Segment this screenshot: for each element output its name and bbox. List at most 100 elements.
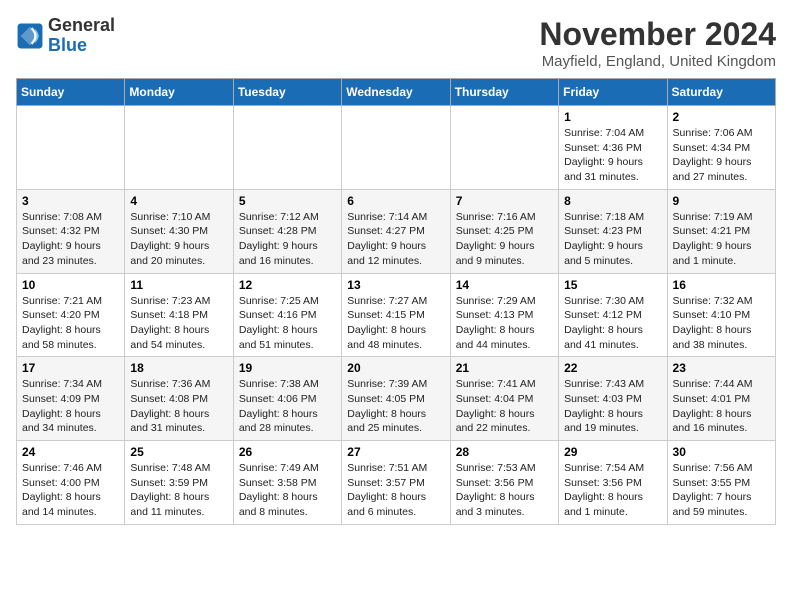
- page-header: General Blue November 2024 Mayfield, Eng…: [16, 16, 776, 70]
- day-number: 20: [347, 361, 444, 375]
- day-info: Sunrise: 7:36 AM Sunset: 4:08 PM Dayligh…: [130, 377, 227, 436]
- col-header-wednesday: Wednesday: [342, 79, 450, 106]
- col-header-thursday: Thursday: [450, 79, 558, 106]
- calendar-cell: 22 Sunrise: 7:43 AM Sunset: 4:03 PM Dayli…: [559, 357, 667, 441]
- logo-line1: General: [48, 16, 115, 36]
- day-info: Sunrise: 7:51 AM Sunset: 3:57 PM Dayligh…: [347, 461, 444, 520]
- day-number: 19: [239, 361, 336, 375]
- calendar-cell: 2 Sunrise: 7:06 AM Sunset: 4:34 PM Daylig…: [667, 106, 775, 190]
- day-info: Sunrise: 7:19 AM Sunset: 4:21 PM Dayligh…: [673, 210, 770, 269]
- day-number: 5: [239, 194, 336, 208]
- calendar-cell: 4Sunrise: 7:10 AM Sunset: 4:30 PM Daylig…: [125, 189, 233, 273]
- calendar-cell: 26 Sunrise: 7:49 AM Sunset: 3:58 PM Dayli…: [233, 441, 341, 525]
- day-info: Sunrise: 7:34 AM Sunset: 4:09 PM Dayligh…: [22, 377, 119, 436]
- day-number: 8: [564, 194, 661, 208]
- calendar-week-4: 17 Sunrise: 7:34 AM Sunset: 4:09 PM Dayli…: [17, 357, 776, 441]
- calendar-cell: 12 Sunrise: 7:25 AM Sunset: 4:16 PM Dayli…: [233, 273, 341, 357]
- day-info: Sunrise: 7:21 AM Sunset: 4:20 PM Dayligh…: [22, 294, 119, 353]
- day-info: Sunrise: 7:18 AM Sunset: 4:23 PM Dayligh…: [564, 210, 661, 269]
- day-info: Sunrise: 7:10 AM Sunset: 4:30 PM Dayligh…: [130, 210, 227, 269]
- calendar-cell: 27 Sunrise: 7:51 AM Sunset: 3:57 PM Dayli…: [342, 441, 450, 525]
- col-header-sunday: Sunday: [17, 79, 125, 106]
- calendar-cell: 25 Sunrise: 7:48 AM Sunset: 3:59 PM Dayli…: [125, 441, 233, 525]
- calendar-cell: 18Sunrise: 7:36 AM Sunset: 4:08 PM Dayli…: [125, 357, 233, 441]
- day-number: 15: [564, 278, 661, 292]
- col-header-saturday: Saturday: [667, 79, 775, 106]
- day-number: 3: [22, 194, 119, 208]
- col-header-tuesday: Tuesday: [233, 79, 341, 106]
- calendar-cell: 30 Sunrise: 7:56 AM Sunset: 3:55 PM Dayli…: [667, 441, 775, 525]
- day-number: 12: [239, 278, 336, 292]
- day-number: 21: [456, 361, 553, 375]
- day-info: Sunrise: 7:14 AM Sunset: 4:27 PM Dayligh…: [347, 210, 444, 269]
- calendar-cell: [233, 106, 341, 190]
- calendar-cell: 8 Sunrise: 7:18 AM Sunset: 4:23 PM Daylig…: [559, 189, 667, 273]
- day-number: 7: [456, 194, 553, 208]
- month-year: November 2024: [539, 16, 776, 53]
- day-number: 24: [22, 445, 119, 459]
- calendar-cell: 19 Sunrise: 7:38 AM Sunset: 4:06 PM Dayli…: [233, 357, 341, 441]
- calendar-cell: 20Sunrise: 7:39 AM Sunset: 4:05 PM Dayli…: [342, 357, 450, 441]
- calendar-cell: [342, 106, 450, 190]
- day-info: Sunrise: 7:41 AM Sunset: 4:04 PM Dayligh…: [456, 377, 553, 436]
- calendar-cell: 10 Sunrise: 7:21 AM Sunset: 4:20 PM Dayli…: [17, 273, 125, 357]
- calendar-cell: [450, 106, 558, 190]
- day-number: 28: [456, 445, 553, 459]
- day-info: Sunrise: 7:48 AM Sunset: 3:59 PM Dayligh…: [130, 461, 227, 520]
- calendar-cell: 15 Sunrise: 7:30 AM Sunset: 4:12 PM Dayli…: [559, 273, 667, 357]
- calendar-cell: 14 Sunrise: 7:29 AM Sunset: 4:13 PM Dayli…: [450, 273, 558, 357]
- calendar-week-5: 24 Sunrise: 7:46 AM Sunset: 4:00 PM Dayli…: [17, 441, 776, 525]
- day-number: 16: [673, 278, 770, 292]
- day-info: Sunrise: 7:04 AM Sunset: 4:36 PM Dayligh…: [564, 126, 661, 185]
- day-number: 10: [22, 278, 119, 292]
- day-info: Sunrise: 7:25 AM Sunset: 4:16 PM Dayligh…: [239, 294, 336, 353]
- day-info: Sunrise: 7:43 AM Sunset: 4:03 PM Dayligh…: [564, 377, 661, 436]
- calendar-cell: 24 Sunrise: 7:46 AM Sunset: 4:00 PM Dayli…: [17, 441, 125, 525]
- day-number: 13: [347, 278, 444, 292]
- day-number: 1: [564, 110, 661, 124]
- calendar-cell: 7 Sunrise: 7:16 AM Sunset: 4:25 PM Daylig…: [450, 189, 558, 273]
- day-info: Sunrise: 7:06 AM Sunset: 4:34 PM Dayligh…: [673, 126, 770, 185]
- calendar-week-2: 3 Sunrise: 7:08 AM Sunset: 4:32 PM Daylig…: [17, 189, 776, 273]
- day-info: Sunrise: 7:16 AM Sunset: 4:25 PM Dayligh…: [456, 210, 553, 269]
- calendar-cell: 29Sunrise: 7:54 AM Sunset: 3:56 PM Dayli…: [559, 441, 667, 525]
- calendar-cell: 13 Sunrise: 7:27 AM Sunset: 4:15 PM Dayli…: [342, 273, 450, 357]
- day-number: 6: [347, 194, 444, 208]
- day-info: Sunrise: 7:49 AM Sunset: 3:58 PM Dayligh…: [239, 461, 336, 520]
- day-number: 26: [239, 445, 336, 459]
- day-number: 30: [673, 445, 770, 459]
- calendar-cell: 23Sunrise: 7:44 AM Sunset: 4:01 PM Dayli…: [667, 357, 775, 441]
- title-block: November 2024 Mayfield, England, United …: [539, 16, 776, 70]
- day-info: Sunrise: 7:27 AM Sunset: 4:15 PM Dayligh…: [347, 294, 444, 353]
- day-number: 25: [130, 445, 227, 459]
- day-info: Sunrise: 7:23 AM Sunset: 4:18 PM Dayligh…: [130, 294, 227, 353]
- calendar-week-1: 1 Sunrise: 7:04 AM Sunset: 4:36 PM Daylig…: [17, 106, 776, 190]
- day-info: Sunrise: 7:12 AM Sunset: 4:28 PM Dayligh…: [239, 210, 336, 269]
- day-number: 2: [673, 110, 770, 124]
- calendar-cell: 28Sunrise: 7:53 AM Sunset: 3:56 PM Dayli…: [450, 441, 558, 525]
- calendar-table: SundayMondayTuesdayWednesdayThursdayFrid…: [16, 78, 776, 525]
- day-number: 17: [22, 361, 119, 375]
- calendar-cell: 16 Sunrise: 7:32 AM Sunset: 4:10 PM Dayli…: [667, 273, 775, 357]
- day-info: Sunrise: 7:46 AM Sunset: 4:00 PM Dayligh…: [22, 461, 119, 520]
- day-info: Sunrise: 7:29 AM Sunset: 4:13 PM Dayligh…: [456, 294, 553, 353]
- day-number: 11: [130, 278, 227, 292]
- calendar-cell: 6 Sunrise: 7:14 AM Sunset: 4:27 PM Daylig…: [342, 189, 450, 273]
- logo-line2: Blue: [48, 36, 115, 56]
- location: Mayfield, England, United Kingdom: [539, 53, 776, 70]
- day-info: Sunrise: 7:32 AM Sunset: 4:10 PM Dayligh…: [673, 294, 770, 353]
- day-number: 14: [456, 278, 553, 292]
- day-number: 22: [564, 361, 661, 375]
- calendar-cell: 11 Sunrise: 7:23 AM Sunset: 4:18 PM Dayli…: [125, 273, 233, 357]
- logo-icon: [16, 22, 44, 50]
- col-header-friday: Friday: [559, 79, 667, 106]
- day-info: Sunrise: 7:56 AM Sunset: 3:55 PM Dayligh…: [673, 461, 770, 520]
- day-info: Sunrise: 7:30 AM Sunset: 4:12 PM Dayligh…: [564, 294, 661, 353]
- day-info: Sunrise: 7:08 AM Sunset: 4:32 PM Dayligh…: [22, 210, 119, 269]
- day-info: Sunrise: 7:44 AM Sunset: 4:01 PM Dayligh…: [673, 377, 770, 436]
- calendar-cell: 21 Sunrise: 7:41 AM Sunset: 4:04 PM Dayli…: [450, 357, 558, 441]
- day-number: 27: [347, 445, 444, 459]
- day-info: Sunrise: 7:38 AM Sunset: 4:06 PM Dayligh…: [239, 377, 336, 436]
- day-number: 29: [564, 445, 661, 459]
- calendar-cell: 1 Sunrise: 7:04 AM Sunset: 4:36 PM Daylig…: [559, 106, 667, 190]
